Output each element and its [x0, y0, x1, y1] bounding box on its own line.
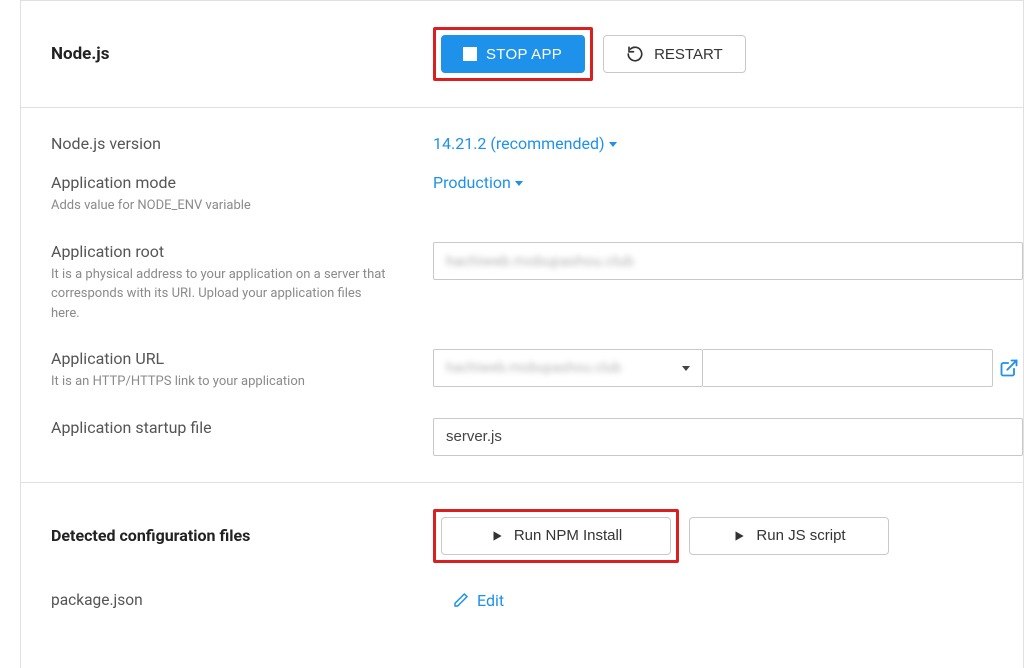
edit-config-button[interactable]: Edit: [453, 591, 504, 610]
run-npm-install-button[interactable]: Run NPM Install: [441, 517, 671, 555]
app-url-label: Application URL: [51, 349, 413, 368]
stop-app-button[interactable]: STOP APP: [441, 35, 585, 73]
external-link-icon: [999, 358, 1019, 378]
pencil-icon: [453, 592, 469, 608]
app-url-value: hachiweb.mobupashou.club: [446, 360, 621, 376]
app-root-value: hachiweb.mobupashou.club: [446, 252, 634, 270]
run-js-label: Run JS script: [756, 527, 845, 544]
startup-input[interactable]: [433, 418, 1023, 456]
app-root-label: Application root: [51, 242, 413, 261]
chevron-down-icon: [609, 142, 617, 147]
open-url-button[interactable]: [999, 358, 1019, 378]
highlight-npm: Run NPM Install: [433, 509, 679, 563]
app-root-input[interactable]: hachiweb.mobupashou.club: [433, 242, 1023, 280]
restart-icon: [626, 45, 644, 63]
restart-button[interactable]: RESTART: [603, 35, 746, 73]
restart-label: RESTART: [654, 46, 723, 63]
run-js-script-button[interactable]: Run JS script: [689, 517, 889, 555]
stop-icon: [464, 48, 476, 60]
startup-label: Application startup file: [51, 418, 413, 437]
edit-label: Edit: [477, 591, 504, 610]
version-label: Node.js version: [51, 134, 413, 153]
chevron-down-icon: [682, 366, 690, 371]
page-title: Node.js: [51, 44, 109, 64]
play-icon: [490, 529, 504, 543]
app-mode-dropdown[interactable]: Production: [433, 173, 523, 192]
stop-app-label: STOP APP: [486, 46, 562, 63]
version-value: 14.21.2 (recommended): [433, 134, 605, 153]
app-url-hint: It is an HTTP/HTTPS link to your applica…: [51, 372, 391, 392]
version-dropdown[interactable]: 14.21.2 (recommended): [433, 134, 617, 153]
config-file-name: package.json: [51, 591, 413, 609]
highlight-stop: STOP APP: [433, 27, 593, 81]
config-title: Detected configuration files: [51, 526, 250, 545]
chevron-down-icon: [515, 181, 523, 186]
app-mode-value: Production: [433, 173, 511, 192]
app-url-select[interactable]: hachiweb.mobupashou.club: [433, 349, 703, 387]
run-npm-label: Run NPM Install: [514, 527, 622, 544]
app-root-hint: It is a physical address to your applica…: [51, 265, 391, 324]
app-mode-hint: Adds value for NODE_ENV variable: [51, 196, 391, 216]
app-url-path-input[interactable]: [703, 349, 993, 387]
app-mode-label: Application mode: [51, 173, 413, 192]
play-icon: [732, 529, 746, 543]
